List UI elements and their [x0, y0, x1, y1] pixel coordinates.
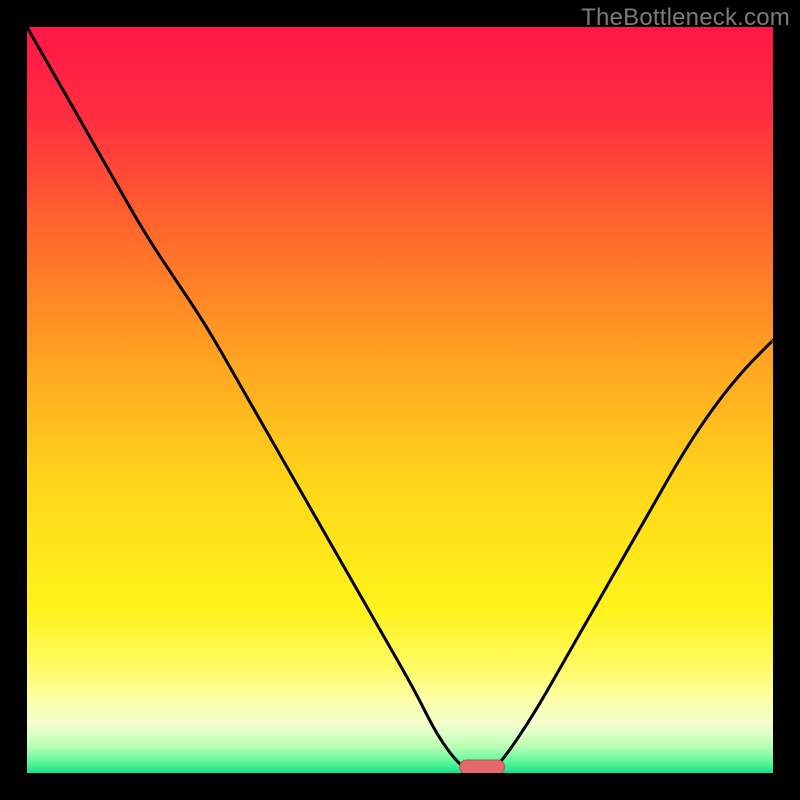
- bottleneck-chart: [27, 27, 773, 773]
- optimal-marker: [460, 760, 505, 773]
- gradient-background: [27, 27, 773, 773]
- chart-frame: TheBottleneck.com: [0, 0, 800, 800]
- plot-area: [27, 27, 773, 773]
